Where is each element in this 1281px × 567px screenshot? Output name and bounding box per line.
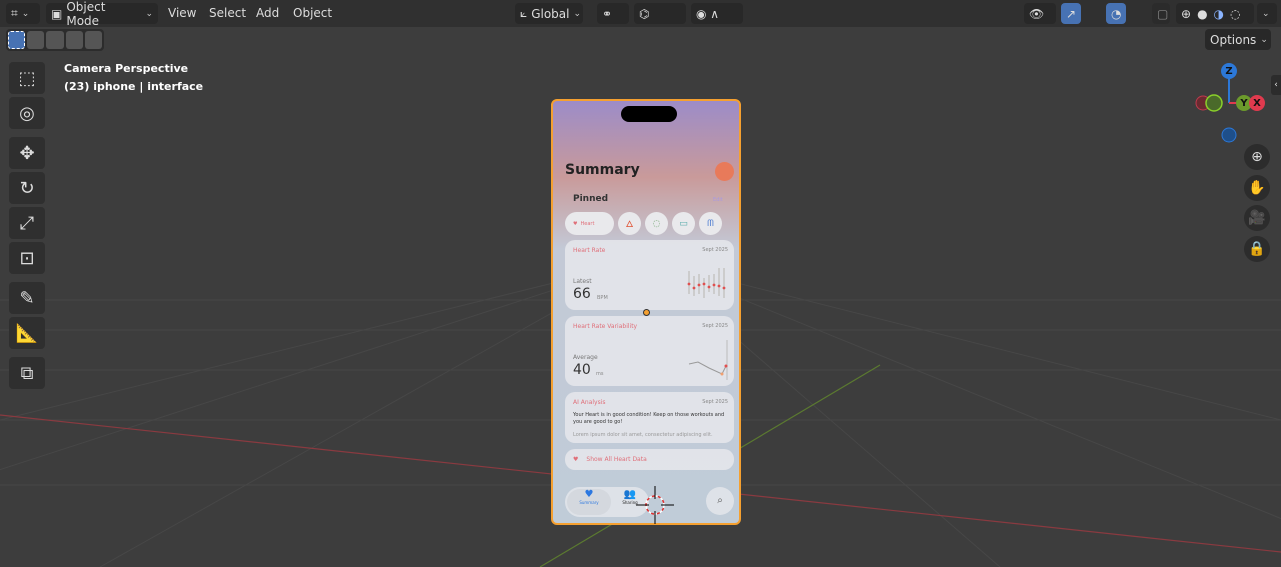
pin-apple: ◌ xyxy=(645,212,668,235)
visibility-dropdown[interactable]: 👁 xyxy=(1024,3,1056,24)
move-icon: ✥ xyxy=(19,142,35,164)
pivot-icon: ⚭ xyxy=(602,6,613,21)
snap-icon: ⌬ xyxy=(639,6,650,21)
search-button: ⌕ xyxy=(706,487,734,515)
overlay-toggle[interactable]: ◔ xyxy=(1106,3,1126,24)
options-dropdown[interactable]: Options ⌄ xyxy=(1205,29,1271,50)
view-name: Camera Perspective xyxy=(64,62,189,75)
3d-cursor-icon: ◎ xyxy=(19,102,35,124)
edit-link: Edit xyxy=(713,197,723,203)
measure-tool[interactable]: 📐 xyxy=(9,317,45,349)
lock-view-button[interactable]: 🔒 xyxy=(1244,236,1270,262)
select-intersect-icon[interactable] xyxy=(84,31,103,49)
shading-buttons[interactable]: ⊕ ● ◑ ◌ xyxy=(1176,3,1254,24)
select-new-icon[interactable] xyxy=(8,31,26,49)
heart-icon: ♥ xyxy=(573,220,578,227)
search-icon: ⌕ xyxy=(717,495,723,506)
camera-view-button[interactable]: 🎥 xyxy=(1244,205,1270,231)
summary-title: Summary xyxy=(565,162,640,178)
hrv-mini-chart xyxy=(688,340,728,380)
pin-flame: 🜂 xyxy=(618,212,641,235)
eye-icon: 👁 xyxy=(1029,6,1045,21)
menu-select[interactable]: Select xyxy=(209,6,246,20)
object-name: (23) iphone | interface xyxy=(64,80,204,93)
add-cube-tool[interactable]: ⧉ xyxy=(9,357,45,389)
viewport-icon: ⌗ xyxy=(11,6,18,20)
viewport-header: ⌗ ⌄ ▣ Object Mode ⌄ View Select Add Object … xyxy=(0,0,1281,28)
pin-bed: ▭ xyxy=(672,212,695,235)
hand-icon: ✋ xyxy=(1248,180,1266,196)
editor-type-button[interactable]: ⌗ ⌄ xyxy=(6,3,40,24)
gizmo-z-axis[interactable]: Z xyxy=(1221,63,1237,79)
annotate-icon: ✎ xyxy=(19,287,35,309)
dynamic-island xyxy=(621,106,677,122)
pinned-label: Pinned xyxy=(573,194,609,204)
hrv-card: Heart Rate Variability Sept 2025 Average… xyxy=(565,316,734,386)
avatar xyxy=(715,162,734,181)
sidebar-toggle[interactable]: ‹ xyxy=(1271,75,1281,95)
pin-heart: ♥ Heart xyxy=(565,212,614,235)
lock-icon: 🔒 xyxy=(1248,241,1266,257)
gizmo-toggle[interactable]: ↗ xyxy=(1061,3,1081,24)
orientation-icon: ⟀ xyxy=(520,6,528,20)
zoom-button[interactable]: ⊕ xyxy=(1244,144,1270,170)
cursor-tool[interactable]: ◎ xyxy=(9,97,45,129)
add-cube-icon: ⧉ xyxy=(20,362,34,384)
pan-button[interactable]: ✋ xyxy=(1244,175,1270,201)
pivot-dropdown[interactable]: ⚭ xyxy=(597,3,629,24)
xray-toggle[interactable]: ▢ xyxy=(1152,3,1170,24)
apple-icon: ◌ xyxy=(652,218,661,229)
show-all-heart-data-row: ♥ Show All Heart Data xyxy=(565,449,734,470)
transform-tool[interactable]: ⊡ xyxy=(9,242,45,274)
flame-icon: 🜂 xyxy=(625,219,634,230)
rotate-tool[interactable]: ↻ xyxy=(9,172,45,204)
tab-summary: ♥ Summary xyxy=(567,489,611,515)
transform-orientation-dropdown[interactable]: ⟀ Global ⌄ xyxy=(515,3,583,24)
menu-object[interactable]: Object xyxy=(293,6,332,20)
select-invert-icon[interactable] xyxy=(65,31,83,49)
gizmo-x-axis[interactable]: X xyxy=(1249,95,1265,111)
bed-icon: ▭ xyxy=(679,218,688,229)
rendered-icon[interactable]: ◌ xyxy=(1230,7,1240,21)
object-origin xyxy=(643,309,650,316)
proportional-edit-icon: ◉ ∧ xyxy=(696,6,720,21)
lungs-icon: ᗰ xyxy=(707,218,714,229)
pin-lungs: ᗰ xyxy=(699,212,722,235)
selection-mode-buttons xyxy=(6,29,104,51)
cursor-icon: ⬚ xyxy=(18,67,36,89)
object-mode-icon: ▣ xyxy=(51,6,63,21)
mode-dropdown[interactable]: ▣ Object Mode ⌄ xyxy=(46,0,158,28)
select-subtract-icon[interactable] xyxy=(46,31,64,49)
scale-icon: ⤢ xyxy=(19,212,35,234)
menu-view[interactable]: View xyxy=(168,6,196,20)
wireframe-icon[interactable]: ⊕ xyxy=(1181,7,1191,21)
shading-dropdown[interactable]: ⌄ xyxy=(1257,3,1277,24)
move-tool[interactable]: ✥ xyxy=(9,137,45,169)
overlay-icon: ◔ xyxy=(1111,6,1122,21)
gizmo-icon: ↗ xyxy=(1066,6,1077,21)
transform-icon: ⊡ xyxy=(19,247,35,269)
select-box-tool[interactable]: ⬚ xyxy=(9,62,45,94)
zoom-icon: ⊕ xyxy=(1251,149,1263,165)
scale-tool[interactable]: ⤢ xyxy=(9,207,45,239)
annotate-tool[interactable]: ✎ xyxy=(9,282,45,314)
heart-icon: ♥ xyxy=(573,456,579,463)
heart-rate-mini-chart xyxy=(687,268,726,298)
measure-icon: 📐 xyxy=(15,322,39,344)
xray-icon: ▢ xyxy=(1157,6,1169,21)
heart-rate-card: Heart Rate Sept 2025 Latest 66 BPM xyxy=(565,240,734,310)
material-preview-icon[interactable]: ◑ xyxy=(1214,7,1224,21)
snap-toggle[interactable]: ⌬ xyxy=(634,3,686,24)
ai-analysis-card: AI Analysis Sept 2025 Your Heart is in g… xyxy=(565,392,734,443)
menu-add[interactable]: Add xyxy=(256,6,279,20)
rotate-icon: ↻ xyxy=(19,177,35,199)
select-extend-icon[interactable] xyxy=(27,31,45,49)
solid-icon[interactable]: ● xyxy=(1197,7,1207,21)
proportional-edit-toggle[interactable]: ◉ ∧ xyxy=(691,3,743,24)
3d-cursor[interactable] xyxy=(636,486,674,524)
camera-icon: 🎥 xyxy=(1248,210,1266,226)
